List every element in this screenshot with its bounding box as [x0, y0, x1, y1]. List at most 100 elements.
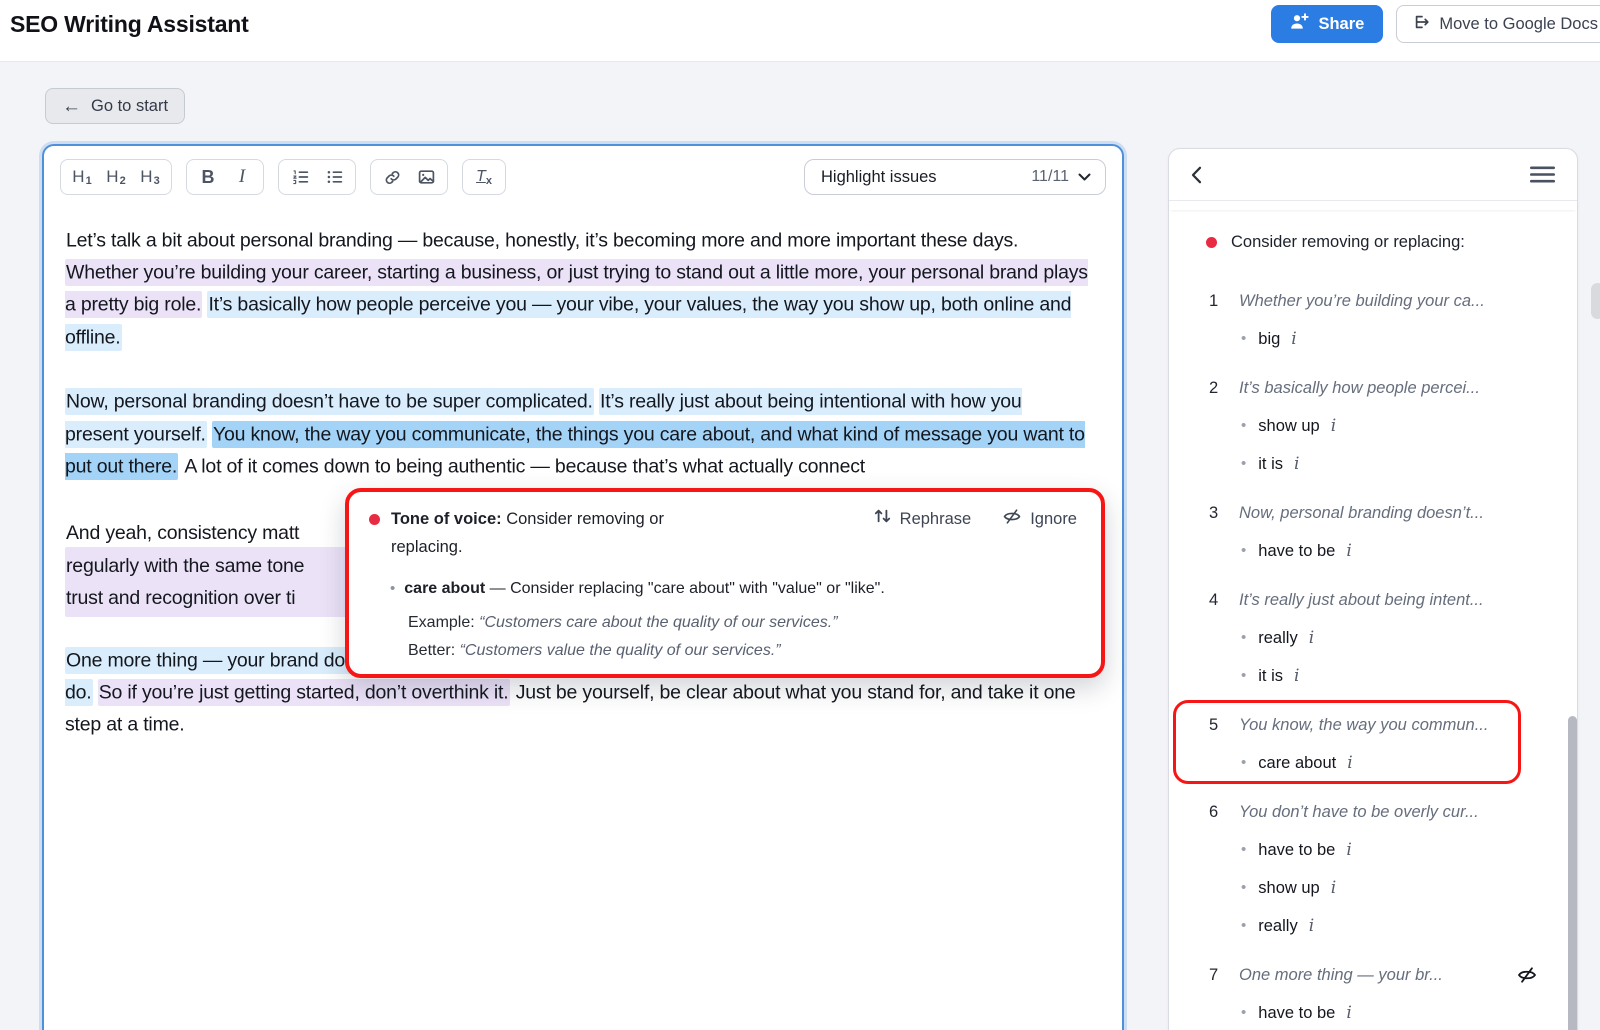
export-list-arrow-icon	[1413, 14, 1430, 35]
share-button[interactable]: Share	[1271, 5, 1383, 43]
move-to-google-docs-button[interactable]: Move to Google Docs	[1396, 5, 1600, 43]
issue-sentence[interactable]: One more thing — your br...	[1239, 956, 1443, 994]
issue-red-dot	[1206, 237, 1217, 248]
issue-sentence[interactable]: You don’t have to be overly cur...	[1239, 793, 1479, 831]
issue-number: 1	[1209, 282, 1223, 320]
italic-button[interactable]: I	[225, 163, 259, 191]
issue-sentence[interactable]: Whether you’re building your ca...	[1239, 282, 1485, 320]
bullet-dot: •	[1241, 744, 1246, 782]
unordered-list-icon[interactable]	[317, 163, 351, 191]
sidebar-heading: Consider removing or replacing:	[1206, 230, 1557, 254]
issue-number: 3	[1209, 494, 1223, 532]
issue-term-row: • have to be i	[1209, 831, 1557, 869]
issue-term[interactable]: have to be	[1258, 532, 1335, 570]
issue-term[interactable]: have to be	[1258, 831, 1335, 869]
doc-paragraph[interactable]: Let’s talk a bit about personal branding…	[65, 224, 1090, 354]
arrow-left-icon: ←	[62, 97, 81, 116]
issue-term[interactable]: really	[1258, 907, 1297, 945]
info-icon[interactable]: i	[1346, 994, 1351, 1030]
issue-sentence[interactable]: It’s really just about being intent...	[1239, 581, 1484, 619]
issue-sentence[interactable]: Now, personal branding doesn’t...	[1239, 494, 1484, 532]
issues-sidebar: Consider removing or replacing: 1 Whether…	[1168, 148, 1578, 1030]
sidebar-issue-item[interactable]: 6You don’t have to be overly cur...•have…	[1209, 793, 1557, 945]
issue-term[interactable]: it is	[1258, 657, 1283, 695]
info-icon[interactable]: i	[1294, 657, 1299, 695]
issue-number: 5	[1209, 706, 1223, 744]
bullet-dot: •	[1241, 831, 1246, 869]
info-icon[interactable]: i	[1346, 532, 1351, 570]
doc-highlight-blue[interactable]: It’s basically how people perceive you —…	[65, 291, 1071, 350]
bullet-dot: •	[1241, 532, 1246, 570]
heading-2-button[interactable]: H2	[99, 163, 133, 191]
issue-term[interactable]: really	[1258, 619, 1297, 657]
bullet-dot: •	[1241, 657, 1246, 695]
sidebar-header	[1169, 149, 1577, 201]
link-icon[interactable]	[375, 163, 409, 191]
eye-slash-icon[interactable]	[1517, 967, 1537, 983]
issue-term-row: • care about i	[1209, 744, 1557, 782]
list-buttons-group	[278, 159, 356, 195]
clear-formatting-button[interactable]: Tx	[467, 163, 501, 191]
info-icon[interactable]: i	[1291, 320, 1296, 358]
issue-term-row: • have to be i	[1209, 532, 1557, 570]
rephrase-button[interactable]: Rephrase	[874, 507, 972, 531]
info-icon[interactable]: i	[1331, 869, 1336, 907]
editor-toolbar: H1 H2 H3 B I	[44, 146, 1122, 195]
doc-highlight-purple[interactable]: So if you’re just getting started, don’t…	[98, 679, 510, 706]
issue-term[interactable]: big	[1258, 320, 1280, 358]
info-icon[interactable]: i	[1346, 831, 1351, 869]
issue-term[interactable]: care about	[1258, 744, 1336, 782]
scroll-shadow	[1169, 201, 1577, 210]
bullet-dot: •	[1241, 320, 1246, 358]
issue-term[interactable]: show up	[1258, 407, 1319, 445]
sidebar-issue-item[interactable]: 5 You know, the way you commun...• care ab…	[1209, 706, 1557, 782]
image-icon[interactable]	[409, 163, 443, 191]
issue-term-row: • show up i	[1209, 407, 1557, 445]
rephrase-label: Rephrase	[900, 507, 972, 531]
sidebar-issue-item[interactable]: 7One more thing — your br...•have to bei	[1209, 956, 1557, 1030]
issue-term[interactable]: show up	[1258, 869, 1319, 907]
popup-better-line: Better: “Customers value the quality of …	[408, 637, 1077, 665]
insert-group	[370, 159, 448, 195]
bullet-dot: •	[1241, 407, 1246, 445]
heading-1-button[interactable]: H1	[65, 163, 99, 191]
issue-term[interactable]: it is	[1258, 445, 1283, 483]
bullet-dot: •	[390, 576, 395, 602]
ignore-button[interactable]: Ignore	[1003, 507, 1077, 531]
page-scrollbar-thumb[interactable]	[1591, 283, 1600, 319]
sidebar-issue-item[interactable]: 2It’s basically how people percei...•sho…	[1209, 369, 1557, 483]
go-to-start-button[interactable]: ← Go to start	[45, 88, 185, 124]
heading-3-button[interactable]: H3	[133, 163, 167, 191]
chevron-down-icon	[1069, 168, 1091, 186]
info-icon[interactable]: i	[1347, 744, 1352, 782]
highlight-issues-label: Highlight issues	[821, 168, 937, 187]
info-icon[interactable]: i	[1309, 907, 1314, 945]
doc-paragraph[interactable]: Now, personal branding doesn’t have to b…	[65, 386, 1090, 483]
popup-description: — Consider replacing "care about" with "…	[485, 580, 885, 597]
info-icon[interactable]: i	[1331, 407, 1336, 445]
highlight-issues-dropdown[interactable]: Highlight issues 11/11	[804, 159, 1106, 195]
ordered-list-icon[interactable]	[283, 163, 317, 191]
heading-buttons-group: H1 H2 H3	[60, 159, 172, 195]
clear-format-group: Tx	[462, 159, 506, 195]
doc-highlight-purple[interactable]: trust and recognition over ti	[65, 580, 349, 617]
top-header: SEO Writing Assistant Share Move to Goog…	[0, 0, 1600, 62]
issue-count: 11/11	[1031, 168, 1069, 186]
hamburger-menu-icon[interactable]	[1530, 166, 1555, 183]
sidebar-issue-item[interactable]: 3 Now, personal branding doesn’t...• have …	[1209, 494, 1557, 570]
go-to-start-label: Go to start	[91, 97, 168, 116]
sidebar-issue-item[interactable]: 1 Whether you’re building your ca...• bigi	[1209, 282, 1557, 358]
info-icon[interactable]: i	[1309, 619, 1314, 657]
share-button-label: Share	[1318, 15, 1364, 34]
info-icon[interactable]: i	[1294, 445, 1299, 483]
sidebar-scrollbar-thumb[interactable]	[1568, 716, 1577, 1030]
sidebar-issue-item[interactable]: 4It’s really just about being intent...•…	[1209, 581, 1557, 695]
sidebar-heading-label: Consider removing or replacing:	[1231, 230, 1465, 254]
chevron-left-icon[interactable]	[1191, 166, 1202, 184]
issue-sentence[interactable]: It’s basically how people percei...	[1239, 369, 1480, 407]
issue-sentence[interactable]: You know, the way you commun...	[1239, 706, 1488, 744]
sidebar-issue-list: 1Whether you’re building your ca...•bigi…	[1209, 282, 1557, 1030]
doc-highlight-blue[interactable]: Now, personal branding doesn’t have to b…	[65, 388, 594, 415]
bold-button[interactable]: B	[191, 163, 225, 191]
issue-term[interactable]: have to be	[1258, 994, 1335, 1030]
